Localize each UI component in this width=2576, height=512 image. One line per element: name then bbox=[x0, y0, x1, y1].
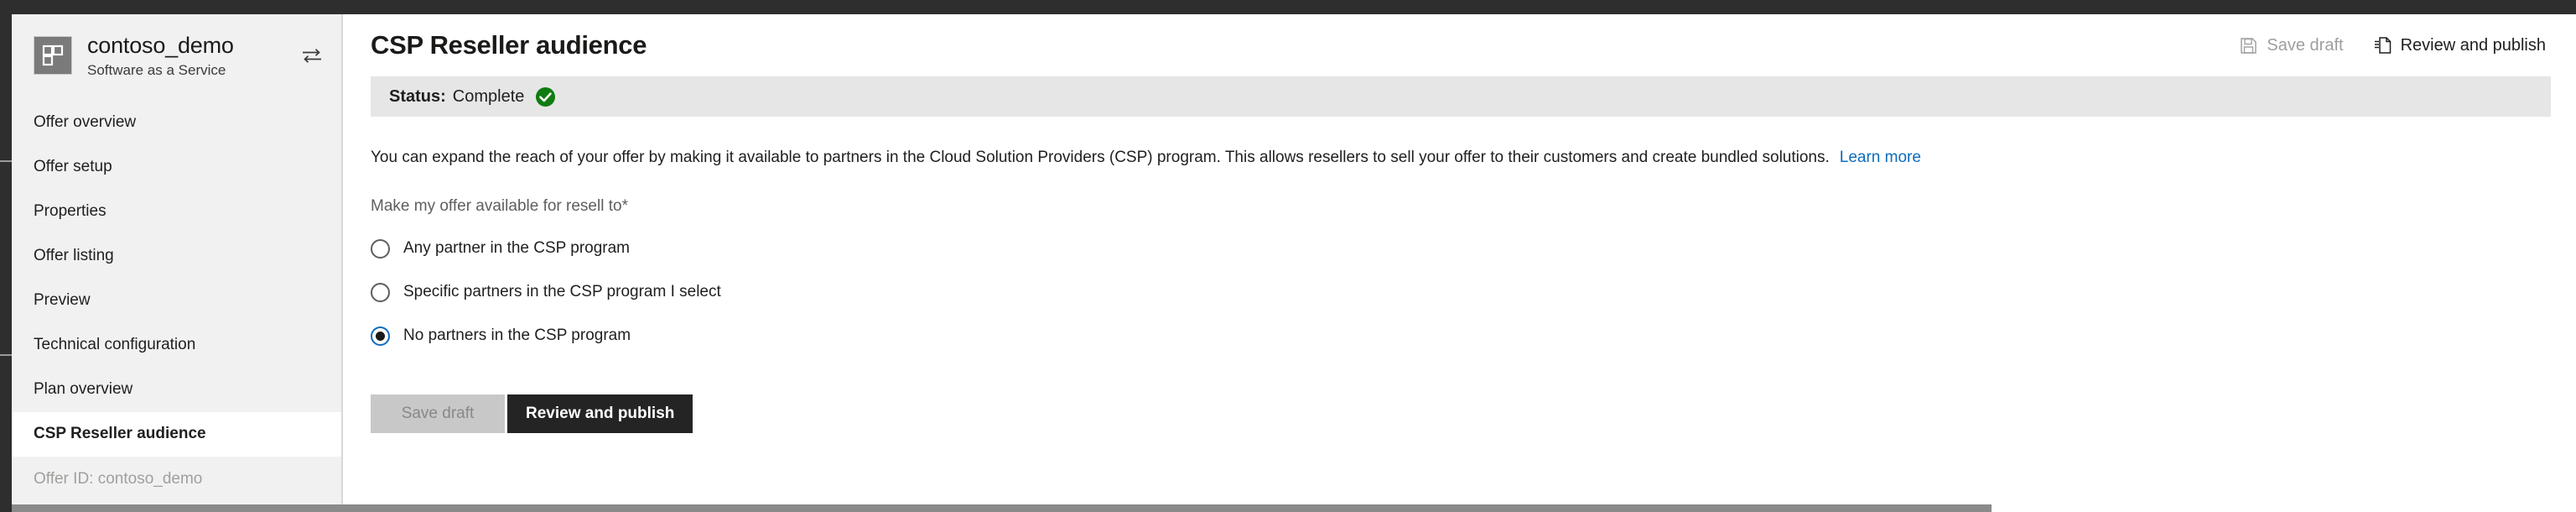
resell-field-label-text: Make my offer available for resell to bbox=[371, 196, 622, 215]
rail-tick bbox=[0, 160, 12, 162]
sidebar-item-offer-overview[interactable]: Offer overview bbox=[12, 101, 341, 145]
offer-identity: contoso_demo Software as a Service bbox=[87, 33, 234, 79]
grid-squares-icon bbox=[34, 36, 72, 76]
window-bottom-edge bbox=[12, 504, 1992, 512]
required-marker: * bbox=[621, 196, 628, 215]
offer-header: contoso_demo Software as a Service bbox=[12, 14, 341, 96]
save-disk-icon bbox=[2240, 37, 2257, 55]
sidebar-item-offer-listing[interactable]: Offer listing bbox=[12, 234, 341, 279]
save-draft-label: Save draft bbox=[2267, 35, 2344, 55]
offer-type: Software as a Service bbox=[87, 62, 226, 79]
sidebar-item-offer-setup[interactable]: Offer setup bbox=[12, 145, 341, 190]
sidebar-item-label: Technical configuration bbox=[34, 336, 196, 354]
sidebar-item-label: CSP Reseller audience bbox=[34, 425, 206, 443]
resell-audience-radio-group: Any partner in the CSP program Specific … bbox=[371, 232, 2576, 353]
sidebar-item-label: Preview bbox=[34, 291, 91, 310]
csp-description: You can expand the reach of your offer b… bbox=[371, 147, 2383, 169]
form-actions: Save draft Review and publish bbox=[371, 394, 2576, 433]
review-and-publish-label: Review and publish bbox=[2400, 35, 2546, 55]
status-value: Complete bbox=[452, 86, 525, 106]
radio-option-label: No partners in the CSP program bbox=[403, 327, 631, 345]
sidebar-item-plan-overview[interactable]: Plan overview bbox=[12, 368, 341, 412]
save-draft-command[interactable]: Save draft bbox=[2240, 35, 2344, 55]
page-title: CSP Reseller audience bbox=[371, 30, 647, 60]
review-and-publish-button[interactable]: Review and publish bbox=[507, 394, 693, 433]
sidebar-item-label: Offer setup bbox=[34, 158, 112, 176]
app-window: contoso_demo Software as a Service Offer… bbox=[0, 0, 2576, 512]
radio-indicator bbox=[371, 282, 390, 302]
sidebar-item-label: Plan overview bbox=[34, 380, 133, 399]
command-bar: Save draft Review and publish bbox=[2240, 14, 2546, 76]
publish-document-icon bbox=[2374, 36, 2392, 55]
radio-option-label: Any partner in the CSP program bbox=[403, 239, 631, 258]
sidebar-item-csp-reseller-audience[interactable]: CSP Reseller audience bbox=[12, 411, 341, 457]
sidebar-item-label: Offer listing bbox=[34, 247, 114, 265]
sidebar-item-label: Properties bbox=[34, 202, 106, 221]
status-label: Status: bbox=[389, 86, 446, 106]
main-content: CSP Reseller audience Save draft Review … bbox=[345, 14, 2576, 512]
radio-option-any-partner[interactable]: Any partner in the CSP program bbox=[371, 232, 2576, 265]
radio-option-specific-partners[interactable]: Specific partners in the CSP program I s… bbox=[371, 276, 2576, 309]
learn-more-link[interactable]: Learn more bbox=[1840, 149, 1921, 166]
sidebar: contoso_demo Software as a Service Offer… bbox=[12, 14, 343, 504]
sidebar-nav: Offer overview Offer setup Properties Of… bbox=[12, 101, 341, 457]
radio-option-label: Specific partners in the CSP program I s… bbox=[403, 283, 721, 301]
radio-option-no-partners[interactable]: No partners in the CSP program bbox=[371, 320, 2576, 353]
sidebar-item-properties[interactable]: Properties bbox=[12, 190, 341, 234]
offer-name: contoso_demo bbox=[87, 33, 234, 58]
status-banner: Status: Complete bbox=[371, 76, 2551, 117]
review-and-publish-command[interactable]: Review and publish bbox=[2374, 36, 2546, 55]
radio-indicator bbox=[371, 326, 390, 346]
offer-id-label: Offer ID: contoso_demo bbox=[12, 456, 341, 503]
rail-tick bbox=[0, 354, 12, 356]
sidebar-item-technical-configuration[interactable]: Technical configuration bbox=[12, 323, 341, 368]
resell-field-label: Make my offer available for resell to* bbox=[371, 197, 2576, 216]
swap-arrows-icon[interactable] bbox=[301, 46, 323, 65]
sidebar-item-preview[interactable]: Preview bbox=[12, 279, 341, 323]
sidebar-item-label: Offer overview bbox=[34, 113, 137, 132]
green-check-circle-icon bbox=[535, 86, 556, 107]
radio-indicator bbox=[371, 238, 390, 259]
form-body: You can expand the reach of your offer b… bbox=[345, 147, 2576, 433]
left-window-rail bbox=[0, 14, 12, 512]
page-header: CSP Reseller audience Save draft Review … bbox=[345, 14, 2576, 76]
description-text: You can expand the reach of your offer b… bbox=[371, 149, 1830, 166]
save-draft-button[interactable]: Save draft bbox=[371, 394, 505, 433]
window-title-bar bbox=[0, 0, 2576, 14]
